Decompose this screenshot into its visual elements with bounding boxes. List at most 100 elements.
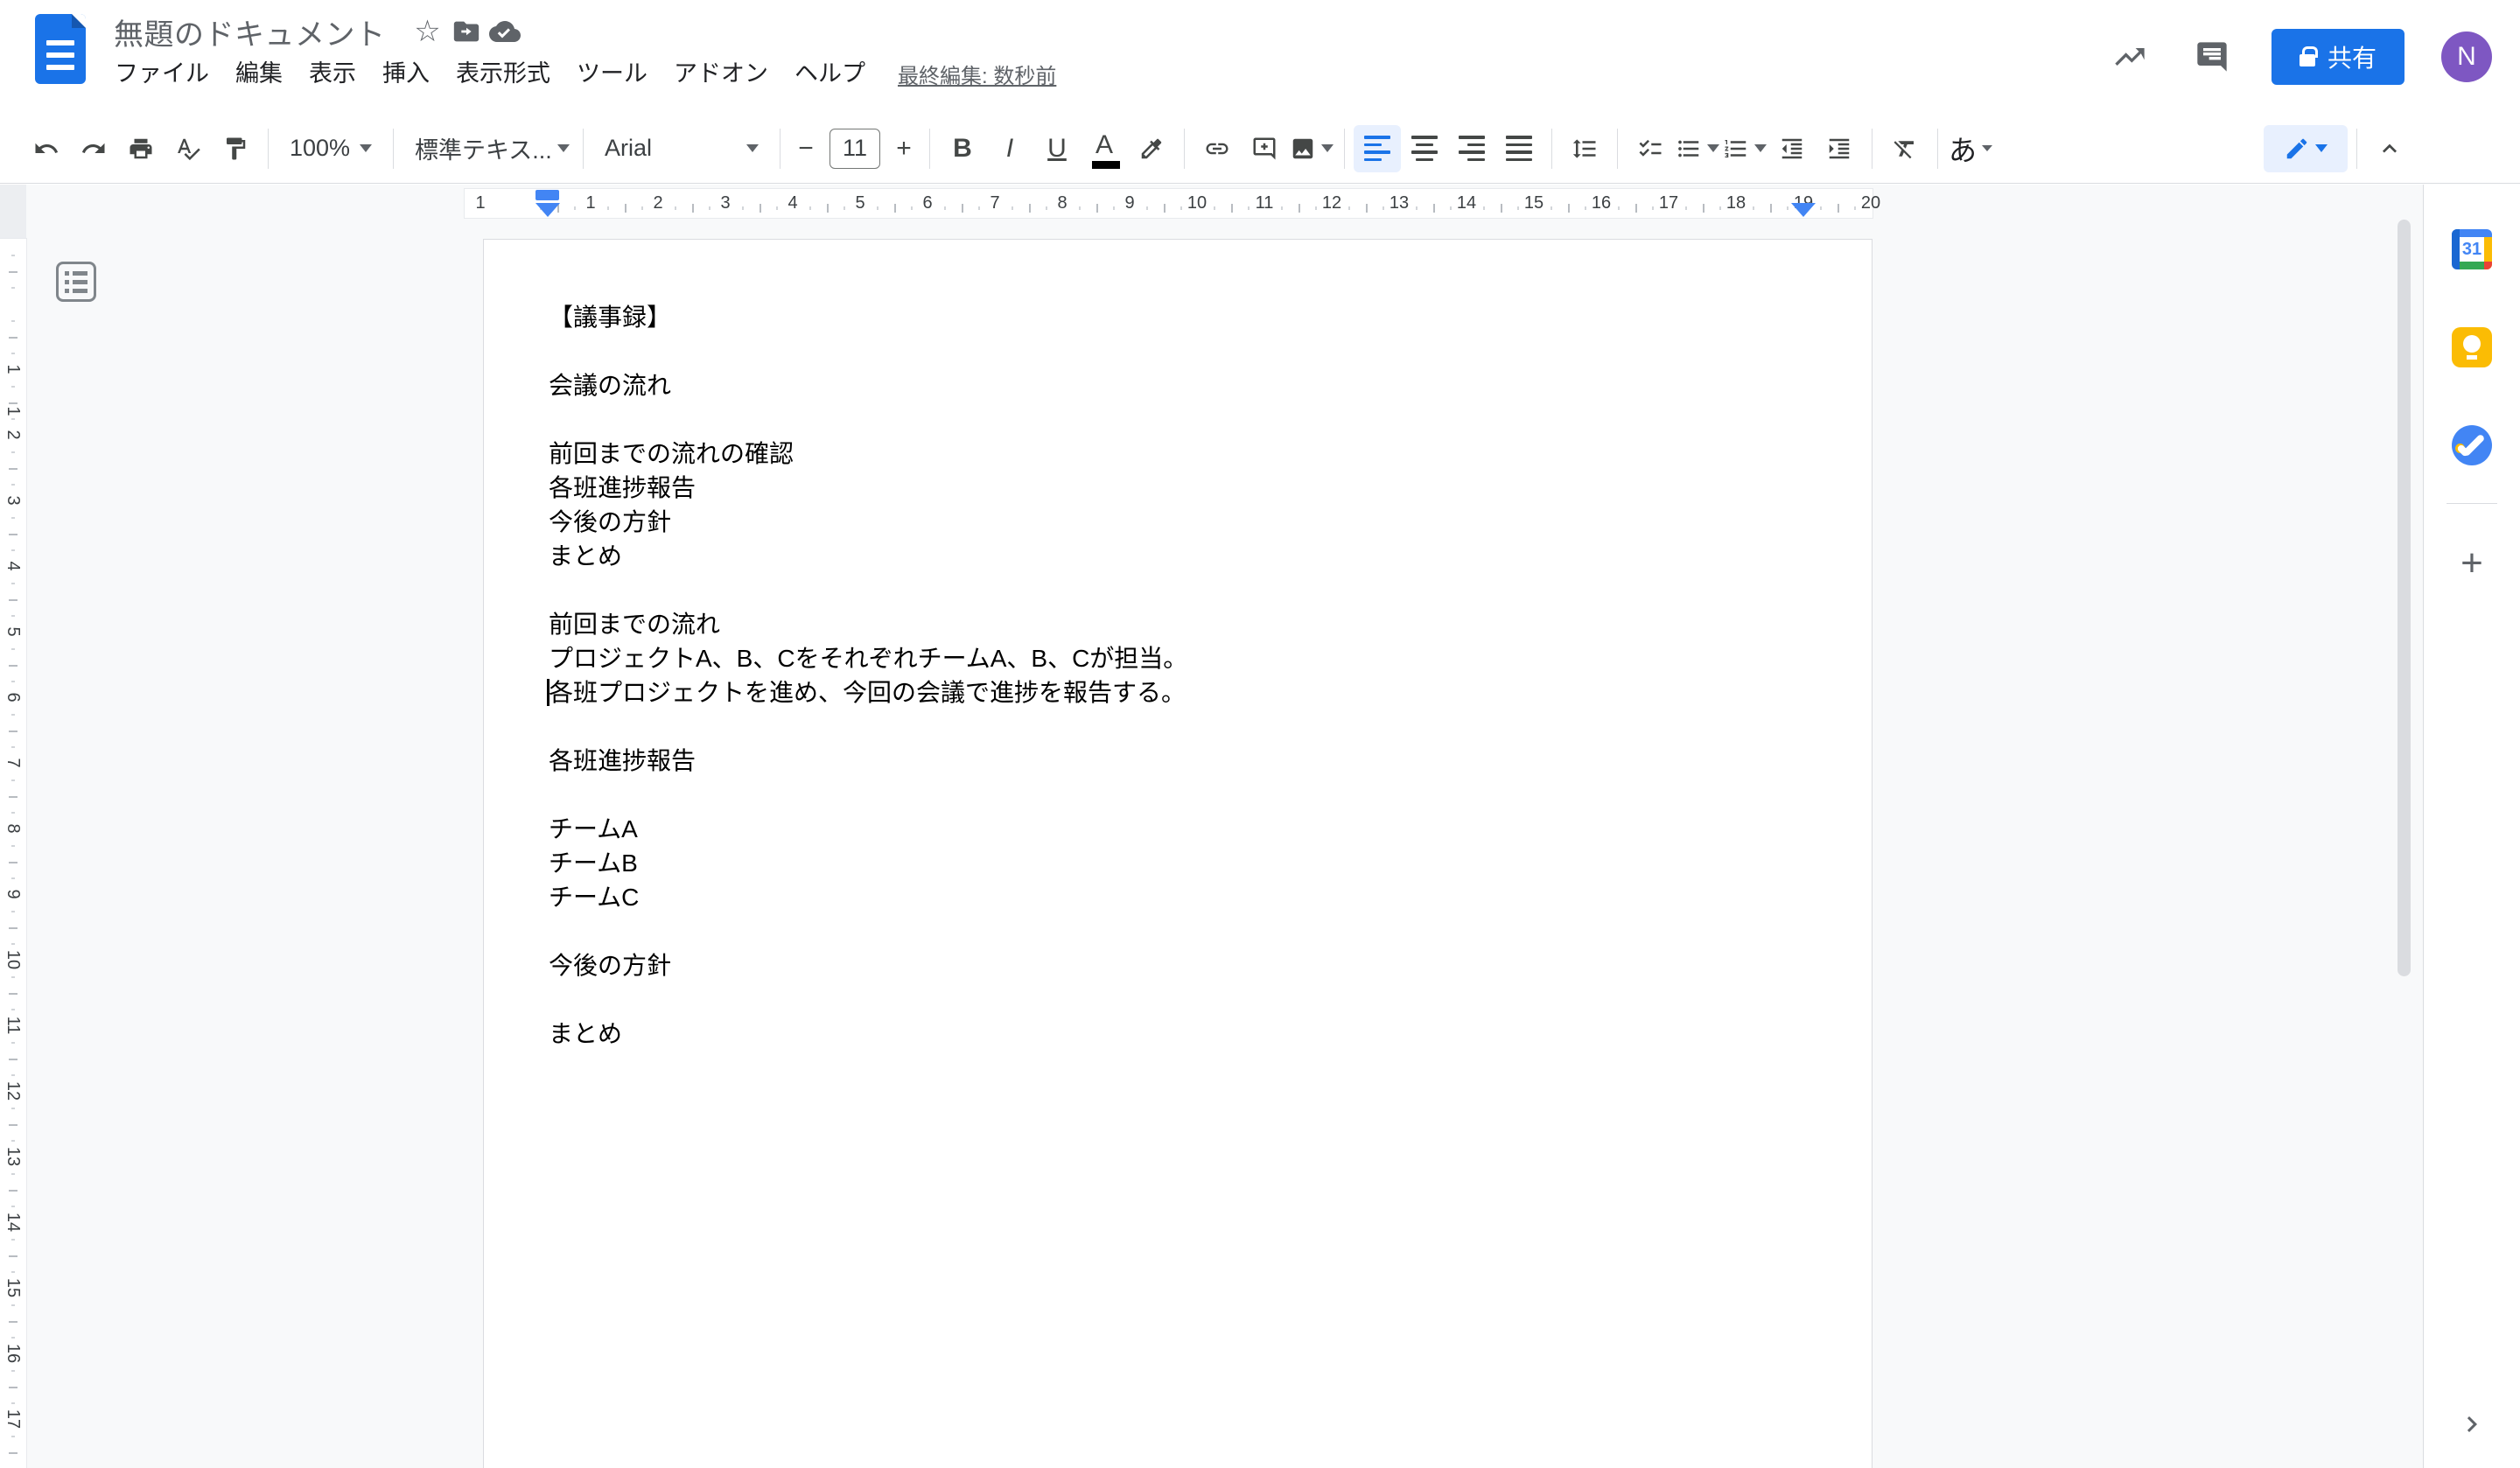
highlight-color-button[interactable]	[1128, 125, 1175, 172]
calendar-date-label: 31	[2460, 237, 2484, 262]
calendar-button[interactable]: 31	[2446, 223, 2498, 276]
add-comment-button[interactable]	[1241, 125, 1288, 172]
document-title[interactable]: 無題のドキュメント	[114, 10, 386, 53]
font-select[interactable]: Arial	[592, 125, 771, 172]
doc-line[interactable]	[549, 573, 1806, 607]
ruler-tick	[11, 484, 15, 486]
paragraph-style-select[interactable]: 標準テキス...	[402, 125, 574, 172]
undo-button[interactable]	[23, 125, 70, 172]
doc-line[interactable]	[549, 778, 1806, 812]
input-method-button[interactable]: あ	[1947, 125, 1994, 172]
doc-line[interactable]	[549, 914, 1806, 948]
doc-line[interactable]: まとめ	[549, 1017, 1806, 1051]
doc-line-text: 各班進捗報告	[549, 747, 696, 774]
align-right-button[interactable]	[1448, 125, 1495, 172]
decrease-indent-button[interactable]	[1768, 125, 1816, 172]
document-stats-button[interactable]	[2107, 34, 2152, 80]
doc-line[interactable]: 各班プロジェクトを進め、今回の会議で進捗を報告する。	[549, 675, 1806, 710]
last-edited-link[interactable]: 最終編集: 数秒前	[898, 59, 1056, 89]
ruler-tick	[9, 1190, 18, 1192]
doc-line[interactable]: 【議事録】	[549, 300, 1806, 334]
insert-image-button[interactable]	[1288, 125, 1335, 172]
menu-item-format[interactable]: 表示形式	[443, 56, 564, 91]
doc-line[interactable]: チームC	[549, 880, 1806, 914]
menu-item-file[interactable]: ファイル	[102, 56, 222, 91]
underline-button[interactable]: U	[1033, 125, 1081, 172]
redo-button[interactable]	[70, 125, 117, 172]
text-color-button[interactable]: A	[1081, 125, 1128, 172]
numbered-list-button[interactable]	[1721, 125, 1768, 172]
checklist-button[interactable]	[1627, 125, 1674, 172]
hide-side-panel-button[interactable]	[2446, 1398, 2498, 1451]
ruler-number: 18	[1723, 189, 1749, 218]
vertical-ruler[interactable]: 1 1234567891011121314151617	[0, 185, 26, 1468]
font-size-input[interactable]: 11	[830, 129, 880, 169]
paint-format-button[interactable]	[212, 125, 259, 172]
doc-line[interactable]: チームA	[549, 812, 1806, 846]
menu-item-edit[interactable]: 編集	[222, 56, 296, 91]
align-left-button[interactable]	[1354, 125, 1401, 172]
document-outline-button[interactable]	[56, 262, 96, 302]
doc-line[interactable]: 今後の方針	[549, 948, 1806, 982]
editing-mode-button[interactable]	[2264, 125, 2348, 172]
menu-item-add-ons[interactable]: アドオン	[661, 56, 781, 91]
bold-button[interactable]: B	[939, 125, 986, 172]
ruler-tick	[1652, 206, 1654, 210]
doc-line[interactable]: 今後の方針	[549, 505, 1806, 539]
menu-item-insert[interactable]: 挿入	[369, 56, 443, 91]
doc-line[interactable]	[549, 982, 1806, 1017]
get-add-ons-button[interactable]: +	[2446, 537, 2498, 590]
ruler-tick	[607, 206, 609, 210]
docs-logo-icon[interactable]	[35, 14, 86, 84]
document-status-button[interactable]	[486, 12, 524, 51]
doc-line[interactable]	[549, 334, 1806, 368]
doc-line[interactable]: 会議の流れ	[549, 368, 1806, 402]
left-indent-marker[interactable]	[536, 203, 560, 217]
increase-indent-button[interactable]	[1816, 125, 1863, 172]
document-body[interactable]: 【議事録】会議の流れ前回までの流れの確認各班進捗報告今後の方針まとめ前回までの流…	[484, 240, 1872, 1051]
toolbar-separator	[268, 129, 269, 169]
doc-line[interactable]: まとめ	[549, 539, 1806, 573]
print-button[interactable]	[117, 125, 164, 172]
decrease-font-size-button[interactable]: −	[789, 129, 822, 168]
doc-line[interactable]: 前回までの流れの確認	[549, 437, 1806, 471]
share-button[interactable]: 共有	[2272, 29, 2404, 85]
align-center-button[interactable]	[1401, 125, 1448, 172]
document-page[interactable]: 【議事録】会議の流れ前回までの流れの確認各班進捗報告今後の方針まとめ前回までの流…	[483, 239, 1872, 1468]
right-indent-marker[interactable]	[1791, 203, 1816, 217]
doc-line[interactable]: 前回までの流れ	[549, 607, 1806, 641]
paint-format-icon	[222, 136, 248, 162]
star-button[interactable]: ☆	[409, 12, 447, 51]
increase-font-size-button[interactable]: +	[887, 129, 920, 168]
scrollbar-thumb[interactable]	[2398, 220, 2411, 976]
doc-line[interactable]	[549, 710, 1806, 744]
horizontal-ruler[interactable]: 1234567891011121314151617181920 1	[0, 185, 2423, 223]
open-comments-button[interactable]	[2189, 34, 2235, 80]
tasks-button[interactable]	[2446, 419, 2498, 472]
align-justify-button[interactable]	[1495, 125, 1543, 172]
doc-line[interactable]: チームB	[549, 846, 1806, 880]
hide-menus-button[interactable]	[2366, 125, 2413, 172]
menu-item-help[interactable]: ヘルプ	[781, 56, 878, 91]
doc-line[interactable]: プロジェクトA、B、CをそれぞれチームA、B、Cが担当。	[549, 641, 1806, 675]
spellcheck-button[interactable]	[164, 125, 212, 172]
ruler-tick	[11, 1402, 15, 1404]
doc-line[interactable]: 各班進捗報告	[549, 471, 1806, 505]
line-spacing-button[interactable]	[1561, 125, 1608, 172]
avatar[interactable]: N	[2441, 31, 2492, 82]
doc-line[interactable]	[549, 402, 1806, 437]
bulleted-list-button[interactable]	[1674, 125, 1721, 172]
menu-item-tools[interactable]: ツール	[564, 56, 661, 91]
paragraph-style-value: 標準テキス...	[415, 131, 552, 165]
keep-button[interactable]	[2446, 321, 2498, 374]
italic-button[interactable]: I	[986, 125, 1033, 172]
ruler-tick	[827, 204, 829, 213]
first-line-indent-marker[interactable]	[536, 190, 559, 200]
doc-line[interactable]: 各班進捗報告	[549, 744, 1806, 778]
menu-item-view[interactable]: 表示	[296, 56, 369, 91]
horizontal-ruler-band[interactable]: 1234567891011121314151617181920	[465, 189, 1872, 218]
clear-formatting-button[interactable]	[1881, 125, 1928, 172]
move-to-folder-button[interactable]	[447, 12, 486, 51]
insert-link-button[interactable]	[1194, 125, 1241, 172]
zoom-select[interactable]: 100%	[277, 125, 384, 172]
